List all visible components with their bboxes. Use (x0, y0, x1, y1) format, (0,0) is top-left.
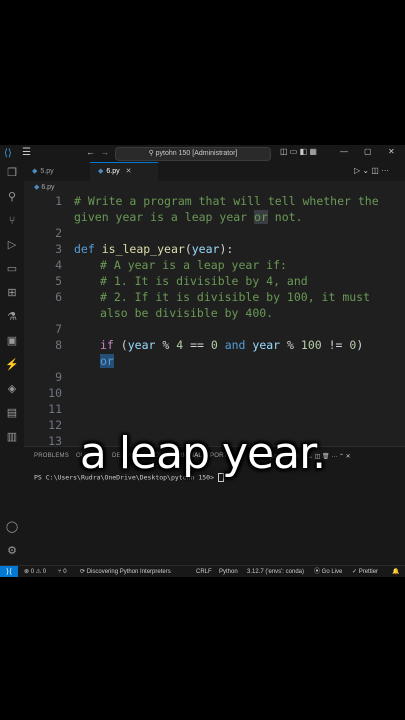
remote-explorer-icon[interactable]: ▭ (5, 262, 19, 276)
line-number: 4 (55, 258, 62, 272)
code-line: or (100, 354, 114, 368)
video-frame: { "titlebar": { "menu_icon": "☰", "back"… (0, 0, 405, 720)
back-arrow-icon[interactable]: ← (86, 147, 95, 157)
code-line: # 1. It is divisible by 4, and (100, 274, 308, 288)
code-line: # A year is a leap year if: (100, 258, 287, 272)
line-number: 9 (55, 370, 62, 384)
editor-tabs: ◆ 5.py ◆ 6.py ✕ ▷ ⌄ ◫ ··· (24, 162, 405, 181)
code-line: if (year % 4 == 0 and year % 100 != 0) (100, 338, 364, 352)
maximize-button[interactable]: ▢ (364, 147, 372, 156)
code-line: def is_leap_year(year): (74, 242, 234, 256)
vscode-logo-icon: ⟨⟩ (4, 148, 12, 159)
eol-indicator[interactable]: CRLF (196, 566, 212, 577)
docker-icon[interactable]: ◈ (5, 382, 19, 396)
editor-actions[interactable]: ▷ ⌄ ◫ ··· (354, 166, 389, 175)
line-number: 6 (55, 290, 62, 304)
run-debug-icon[interactable]: ▷ (5, 238, 19, 252)
line-number: 11 (48, 402, 62, 416)
code-line: also be divisible by 400. (100, 306, 274, 320)
settings-gear-icon[interactable]: ⚙ (5, 544, 19, 558)
live-share-icon[interactable]: ⚡ (5, 358, 19, 372)
breadcrumb: ◆ 6.py (34, 184, 55, 191)
containers-icon[interactable]: ▣ (5, 334, 19, 348)
testing-icon[interactable]: ⚗ (5, 310, 19, 324)
status-bar: ⟩⟨ ⊗ 0 ⚠ 0 ⑂ 0 ⟳ Discovering Python Inte… (0, 565, 405, 577)
python-interpreter[interactable]: 3.12.7 ('envs': conda) (247, 566, 304, 577)
code-line: # 2. If it is divisible by 100, it must (100, 290, 371, 304)
code-editor[interactable]: 1 2 3 4 5 6 7 8 9 10 11 12 13 # Write a … (24, 194, 405, 448)
activity-bar: ❐ ⚲ ⑂ ▷ ▭ ⊞ ⚗ ▣ ⚡ ◈ ▤ ▥ ◯ ⚙ (0, 162, 24, 577)
search-icon[interactable]: ⚲ (5, 190, 19, 204)
command-center-search[interactable]: ⚲ pytohn 150 [Administrator] (115, 147, 271, 161)
menu-icon[interactable]: ☰ (22, 147, 31, 159)
copilot-icon[interactable]: ▤ (5, 406, 19, 420)
close-button[interactable]: ✕ (388, 147, 395, 156)
python-file-icon: ◆ (98, 168, 104, 175)
go-live-button[interactable]: ⦿ Go Live (314, 566, 342, 577)
explorer-icon[interactable]: ❐ (5, 166, 19, 180)
notifications-bell-icon[interactable]: 🔔 (392, 566, 399, 577)
code-line: given year is a leap year or not. (74, 210, 303, 224)
ports-count[interactable]: ⑂ 0 (58, 566, 67, 577)
remote-indicator-icon[interactable]: ⟩⟨ (0, 566, 18, 577)
account-icon[interactable]: ◯ (5, 520, 19, 534)
close-tab-icon[interactable]: ✕ (126, 168, 132, 175)
line-number: 8 (55, 338, 62, 352)
line-number: 10 (48, 386, 62, 400)
forward-arrow-icon[interactable]: → (100, 147, 109, 157)
line-number: 1 (55, 194, 62, 208)
problems-count[interactable]: ⊗ 0 ⚠ 0 (24, 566, 46, 577)
language-mode[interactable]: Python (219, 566, 238, 577)
tab-5-py[interactable]: ◆ 5.py (24, 162, 98, 181)
video-caption: a leap year. (79, 428, 326, 479)
tab-6-py[interactable]: ◆ 6.py ✕ (90, 162, 158, 181)
line-number: 5 (55, 274, 62, 288)
line-number: 2 (55, 226, 62, 240)
extensions-icon[interactable]: ⊞ (5, 286, 19, 300)
layout-toggle-icons[interactable]: ◫ ▭ ◧ ▦ (280, 147, 317, 156)
python-file-icon: ◆ (32, 168, 38, 175)
line-number: 3 (55, 242, 62, 256)
code-line: # Write a program that will tell whether… (74, 194, 379, 208)
vscode-window: ⟨⟩ ☰ ← → ⚲ pytohn 150 [Administrator] ◫ … (0, 145, 405, 577)
title-bar: ⟨⟩ ☰ ← → ⚲ pytohn 150 [Administrator] ◫ … (0, 145, 405, 162)
prettier-status[interactable]: ✓ Prettier (352, 566, 378, 577)
minimize-button[interactable]: — (340, 147, 348, 156)
source-control-icon[interactable]: ⑂ (5, 214, 19, 228)
python-discovery-status: ⟳ Discovering Python Interpreters (80, 569, 171, 575)
line-number: 7 (55, 322, 62, 336)
